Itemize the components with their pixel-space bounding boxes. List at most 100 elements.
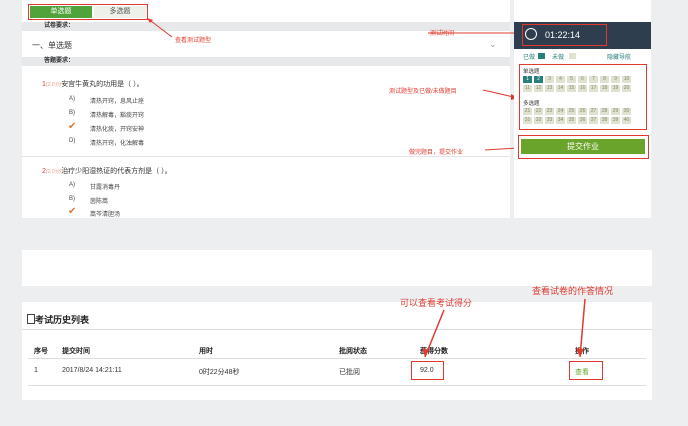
question-nav-cell[interactable]: 4 xyxy=(556,76,565,83)
question-nav-cell[interactable]: 20 xyxy=(622,85,631,92)
question-nav-cell[interactable]: 33 xyxy=(545,117,554,124)
question-nav-cell[interactable]: 31 xyxy=(523,117,532,124)
annotation-navigation: 测试题型及已做/未做题目 xyxy=(389,89,457,95)
cell-score: 92.0 xyxy=(420,367,434,374)
question-nav-cell[interactable]: 11 xyxy=(523,85,532,92)
multi-choice-nav-label: 多选题 xyxy=(523,101,540,107)
question-nav-cell[interactable]: 35 xyxy=(567,117,576,124)
question-nav-cell[interactable]: 34 xyxy=(556,117,565,124)
question-nav-cell[interactable]: 7 xyxy=(589,76,598,83)
annotation-score: 可以查看考试得分 xyxy=(400,298,473,308)
history-title: 考试历史列表 xyxy=(35,315,90,325)
question-score-tag: (2.0分) xyxy=(45,82,62,88)
question-text: 治疗少阳湿热证的代表方剂是（ ）。 xyxy=(61,168,172,175)
question-nav-cell[interactable]: 6 xyxy=(578,76,587,83)
question-text: 安宫牛黄丸的功用是（ ）。 xyxy=(61,81,144,88)
submit-button[interactable]: 提交作业 xyxy=(521,139,645,154)
document-icon xyxy=(27,314,35,324)
divider xyxy=(22,156,510,157)
question-nav-cell[interactable]: 12 xyxy=(534,85,543,92)
question-nav-cell[interactable]: 25 xyxy=(567,108,576,115)
legend-done: 已做 xyxy=(523,55,536,61)
question-nav-cell[interactable]: 38 xyxy=(600,117,609,124)
option-text[interactable]: 清热解毒，豁痰开窍 xyxy=(90,110,144,119)
option-text[interactable]: 甘露消毒丹 xyxy=(90,182,120,191)
legend-undone-swatch xyxy=(569,53,576,59)
question-nav-cell[interactable]: 29 xyxy=(611,108,620,115)
question-nav-cell[interactable]: 5 xyxy=(567,76,576,83)
question-nav-cell[interactable]: 19 xyxy=(611,85,620,92)
section-title: 一、单选题 xyxy=(32,41,72,50)
question-nav-cell[interactable]: 39 xyxy=(611,117,620,124)
col-score: 获得分数 xyxy=(420,348,448,355)
legend-done-swatch xyxy=(538,53,545,59)
question-nav-cell[interactable]: 14 xyxy=(556,85,565,92)
annotation-timer: 测试时间 xyxy=(430,31,455,37)
check-mark-icon: ✔ xyxy=(68,121,77,132)
question-nav-cell[interactable]: 16 xyxy=(578,85,587,92)
chevron-down-icon[interactable]: ⌄ xyxy=(489,39,497,50)
question-nav-cell[interactable]: 9 xyxy=(611,76,620,83)
option-key: D) xyxy=(69,138,76,144)
col-no: 序号 xyxy=(34,348,48,355)
question-nav-cell[interactable]: 3 xyxy=(545,76,554,83)
question-nav-cell[interactable]: 17 xyxy=(589,85,598,92)
paper-requirement-label: 试卷要求： xyxy=(44,23,75,29)
single-choice-nav-grid: 1 2 3 4 5 6 7 8 9 10 11 12 13 14 15 16 17 18 19 20 xyxy=(523,76,631,92)
tab-single-choice[interactable]: 单选题 xyxy=(30,6,92,18)
question-nav-cell[interactable]: 2 xyxy=(534,76,543,83)
question-score-tag: (2.0分) xyxy=(45,169,62,175)
question-nav-cell[interactable]: 22 xyxy=(534,108,543,115)
option-text-selected[interactable]: 蒿芩清胆汤 xyxy=(90,209,120,218)
option-key: B) xyxy=(69,110,75,116)
question-nav-cell[interactable]: 26 xyxy=(578,108,587,115)
title-divider xyxy=(22,329,652,330)
option-key: A) xyxy=(69,182,75,188)
question-nav-cell[interactable]: 24 xyxy=(556,108,565,115)
col-action: 操作 xyxy=(575,348,589,355)
option-text[interactable]: 清热开窍，化浊解毒 xyxy=(90,138,144,147)
question-nav-cell[interactable]: 13 xyxy=(545,85,554,92)
question-nav-cell[interactable]: 21 xyxy=(523,108,532,115)
row-divider xyxy=(28,385,646,386)
question-nav-cell[interactable]: 28 xyxy=(600,108,609,115)
answer-requirement-bar xyxy=(22,57,510,66)
option-text[interactable]: 清热开窍，息风止痉 xyxy=(90,96,144,105)
question-nav-cell[interactable]: 23 xyxy=(545,108,554,115)
cell-duration: 0时22分48秒 xyxy=(199,369,240,376)
option-text[interactable]: 茵陈蒿 xyxy=(90,196,108,205)
table-header: 序号 提交时间 用时 批阅状态 获得分数 操作 xyxy=(28,342,646,359)
exam-panel: 单选题 多选题 试卷要求： 查看测试题型 一、单选题 ⌄ 答题要求： 测试时间 … xyxy=(22,0,519,218)
blank-panel xyxy=(22,250,652,286)
question-nav-cell[interactable]: 36 xyxy=(578,117,587,124)
question-1: 1(2.0分)安宫牛黄丸的功用是（ ）。 xyxy=(42,79,144,89)
view-link[interactable]: 查看 xyxy=(575,367,589,377)
question-2: 2(2.0分)治疗少阳湿热证的代表方剂是（ ）。 xyxy=(42,166,172,176)
check-mark-icon: ✔ xyxy=(68,206,77,217)
option-key: A) xyxy=(69,96,75,102)
multi-choice-nav-grid: 21 22 23 24 25 26 27 28 29 30 31 32 33 34 35 36 37 38 39 40 xyxy=(523,108,631,124)
question-nav-cell[interactable]: 15 xyxy=(567,85,576,92)
option-key: B) xyxy=(69,196,75,202)
question-nav-cell[interactable]: 18 xyxy=(600,85,609,92)
history-panel: 考试历史列表 序号 提交时间 用时 批阅状态 获得分数 操作 1 2017/8/… xyxy=(22,302,652,400)
question-nav-cell[interactable]: 37 xyxy=(589,117,598,124)
question-nav-cell[interactable]: 1 xyxy=(523,76,532,83)
timer-value: 01:22:14 xyxy=(545,30,581,40)
table-row: 1 2017/8/24 14:21:11 0时22分48秒 已批阅 92.0 查… xyxy=(28,360,646,382)
legend-undone: 未做 xyxy=(552,55,565,61)
option-text-selected[interactable]: 清热化痰，开窍安神 xyxy=(90,124,144,133)
cell-status: 已批阅 xyxy=(339,369,360,376)
tab-multi-choice[interactable]: 多选题 xyxy=(94,6,146,18)
question-nav-cell[interactable]: 27 xyxy=(589,108,598,115)
question-nav-cell[interactable]: 32 xyxy=(534,117,543,124)
annotation-view-types: 查看测试题型 xyxy=(175,38,212,44)
question-nav-cell[interactable]: 30 xyxy=(622,108,631,115)
cell-no: 1 xyxy=(34,367,38,374)
question-nav-cell[interactable]: 40 xyxy=(622,117,631,124)
col-duration: 用时 xyxy=(199,348,213,355)
question-nav-cell[interactable]: 10 xyxy=(622,76,631,83)
hide-nav-link[interactable]: 隐藏导航 xyxy=(607,52,631,61)
clock-icon xyxy=(525,28,537,40)
question-nav-cell[interactable]: 8 xyxy=(600,76,609,83)
